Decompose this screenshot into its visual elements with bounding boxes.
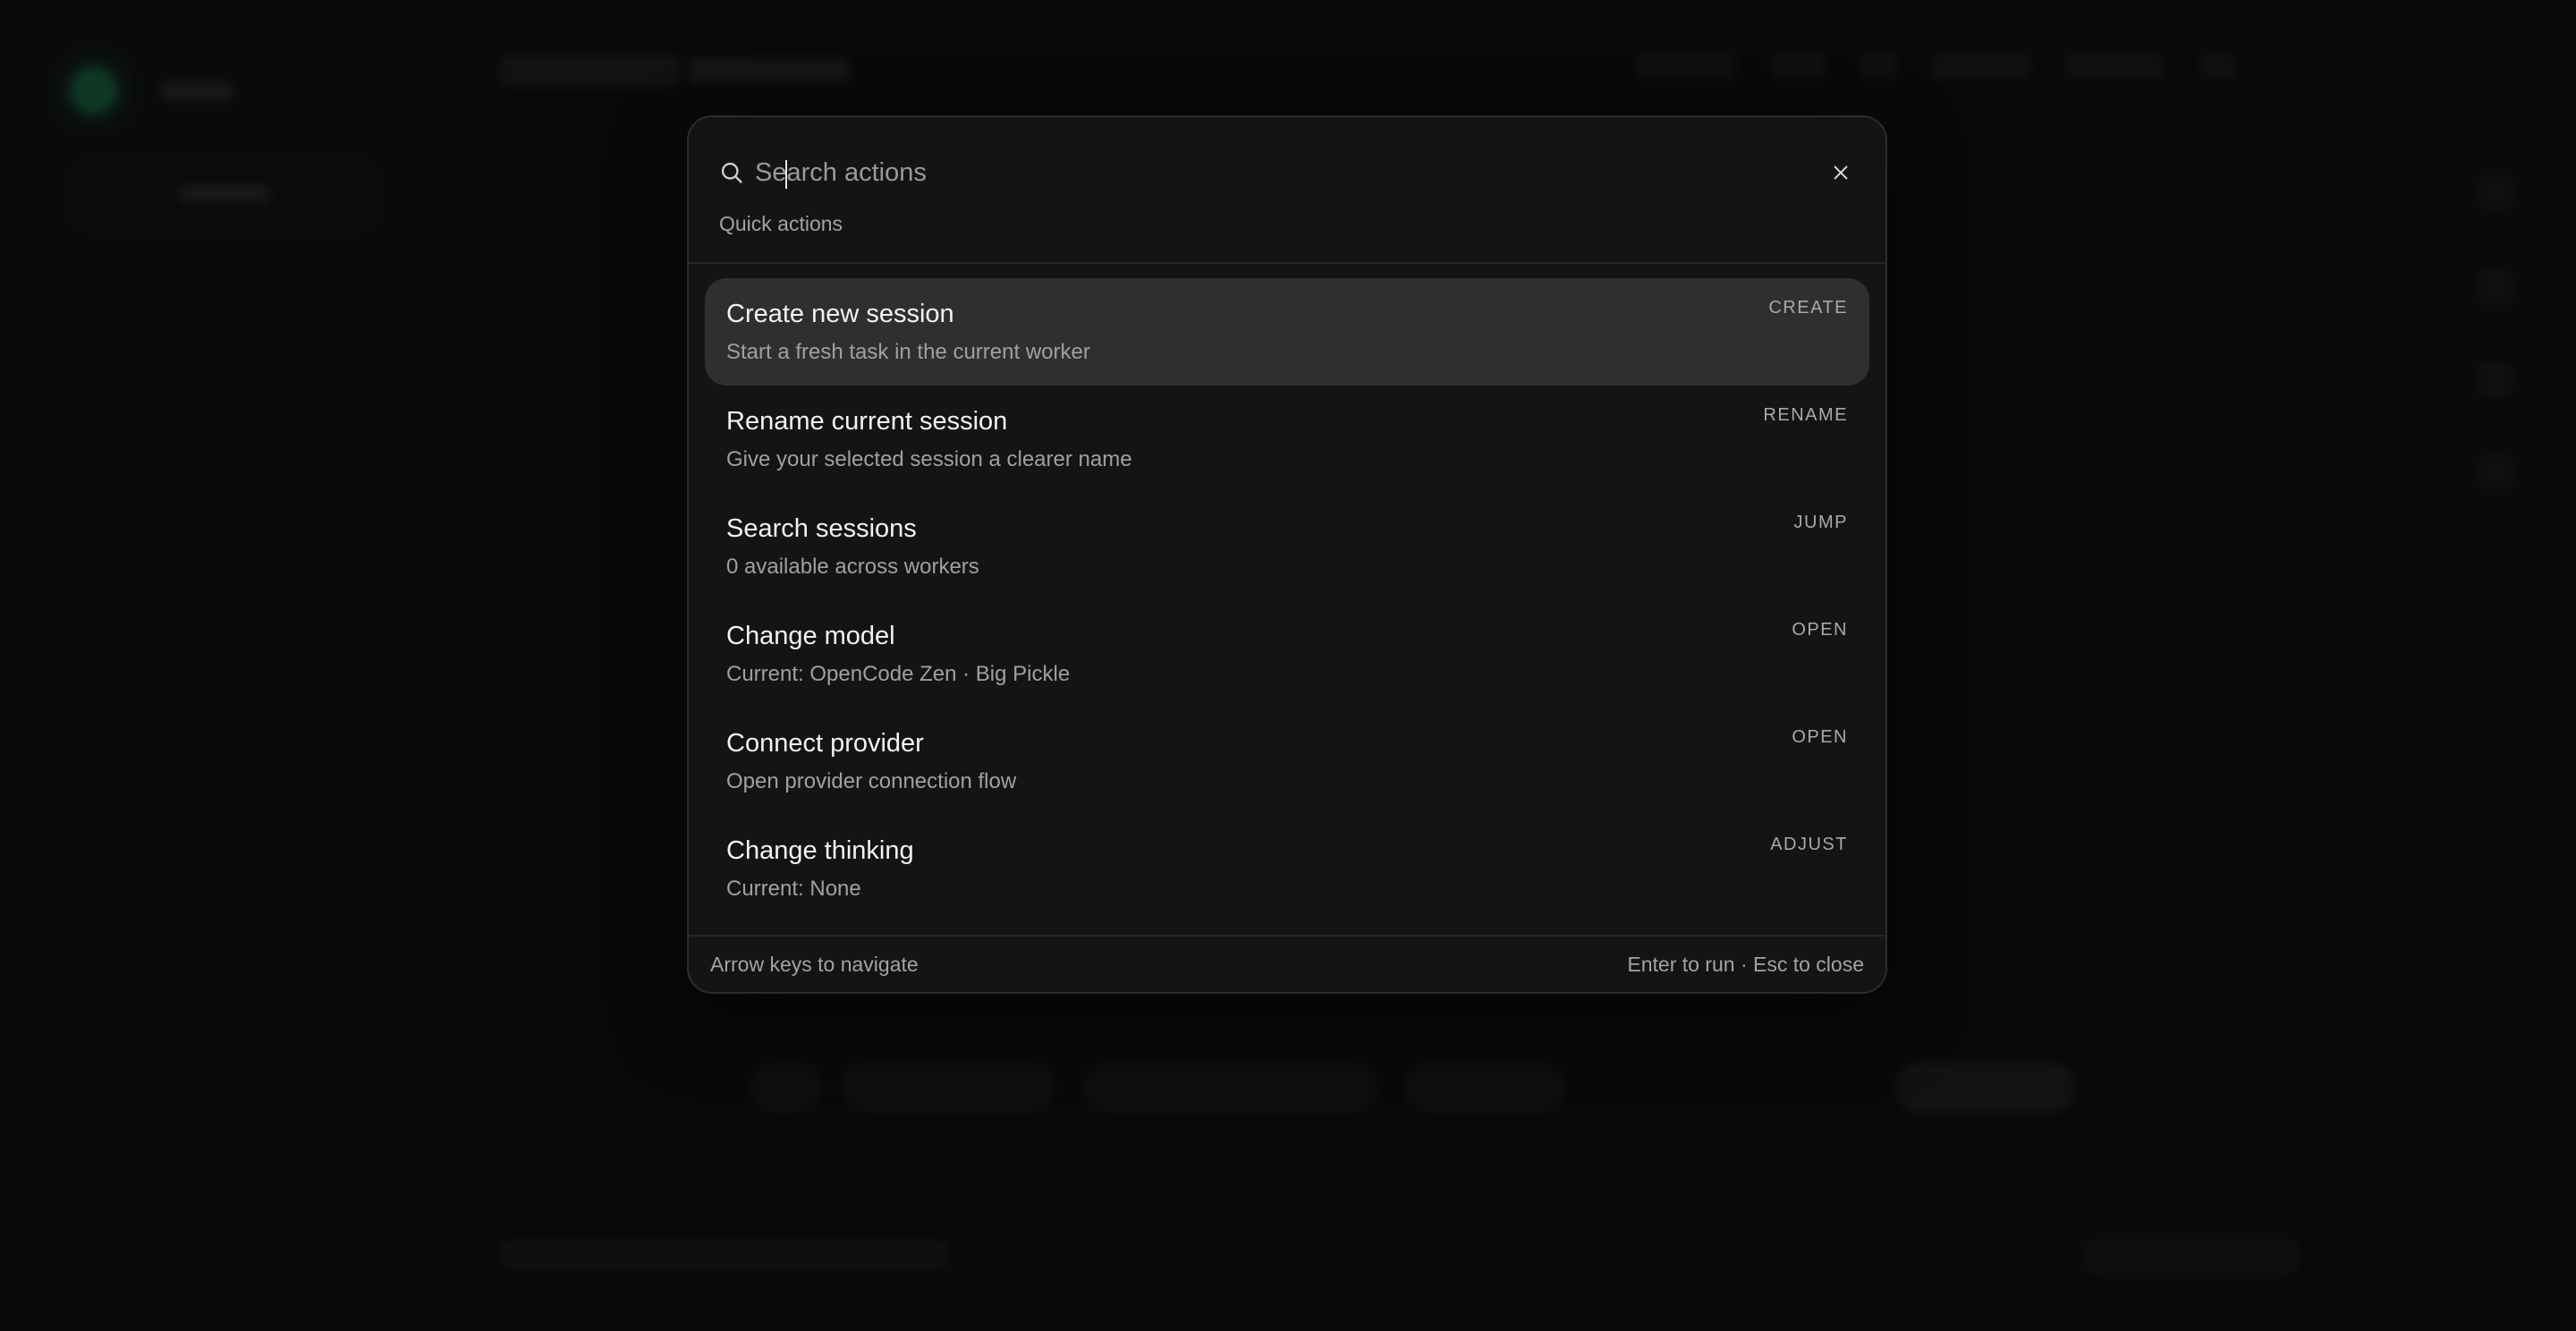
action-subtitle: Current: OpenCode Zen · Big Pickle <box>726 662 1071 686</box>
search-field-wrap <box>746 148 1819 198</box>
action-change-thinking[interactable]: Change thinking Current: None ADJUST <box>705 815 1869 922</box>
command-palette: Quick actions Create new session Start a… <box>687 115 1887 994</box>
action-list: Create new session Start a fresh task in… <box>705 278 1869 922</box>
close-icon <box>1834 165 1848 180</box>
action-title: Connect provider <box>726 729 924 758</box>
action-tag: OPEN <box>1792 620 1848 640</box>
close-button[interactable] <box>1819 151 1862 194</box>
action-create-session[interactable]: Create new session Start a fresh task in… <box>705 278 1869 386</box>
footer-hint-navigate: Arrow keys to navigate <box>710 953 919 976</box>
divider <box>689 935 1885 937</box>
action-search-sessions[interactable]: Search sessions 0 available across worke… <box>705 493 1869 600</box>
action-title: Search sessions <box>726 514 917 543</box>
action-tag: ADJUST <box>1770 835 1848 854</box>
action-tag: CREATE <box>1768 298 1848 318</box>
action-title: Rename current session <box>726 407 1008 436</box>
action-rename-session[interactable]: Rename current session Give your selecte… <box>705 386 1869 493</box>
action-title: Change model <box>726 622 895 650</box>
search-icon <box>717 158 746 187</box>
action-subtitle: Give your selected session a clearer nam… <box>726 447 1132 471</box>
action-title: Change thinking <box>726 836 914 865</box>
search-input[interactable] <box>755 148 1819 198</box>
divider <box>689 262 1885 264</box>
search-row <box>717 146 1857 199</box>
action-tag: OPEN <box>1792 727 1848 747</box>
action-subtitle: Current: None <box>726 877 861 901</box>
text-caret <box>785 160 787 189</box>
action-connect-provider[interactable]: Connect provider Open provider connectio… <box>705 708 1869 815</box>
action-tag: RENAME <box>1763 405 1848 425</box>
action-subtitle: Start a fresh task in the current worker <box>726 340 1090 364</box>
action-tag: JUMP <box>1793 513 1848 532</box>
action-subtitle: 0 available across workers <box>726 555 979 579</box>
action-change-model[interactable]: Change model Current: OpenCode Zen · Big… <box>705 600 1869 708</box>
action-subtitle: Open provider connection flow <box>726 769 1017 793</box>
section-label: Quick actions <box>719 212 843 235</box>
footer-hint-run-close: Enter to run · Esc to close <box>1627 953 1864 976</box>
action-title: Create new session <box>726 300 954 328</box>
